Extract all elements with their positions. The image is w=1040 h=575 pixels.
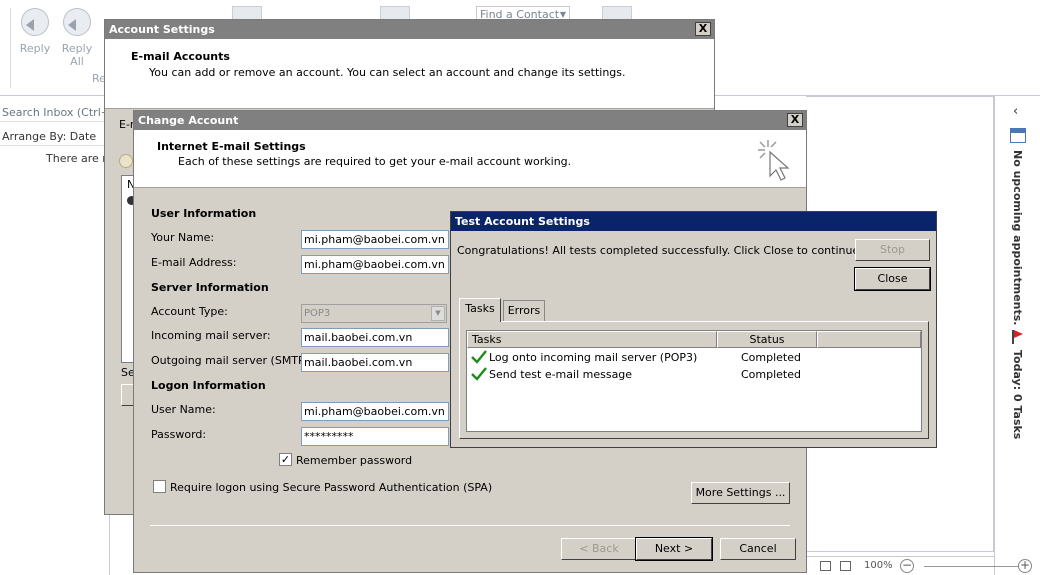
email-address-label: E-mail Address: xyxy=(151,256,237,269)
no-appointments-text: No upcoming appointments. xyxy=(1011,150,1024,326)
back-button[interactable]: < Back xyxy=(561,538,637,560)
server-information-heading: Server Information xyxy=(151,281,269,294)
internet-email-description: Each of these settings are required to g… xyxy=(178,155,572,168)
expand-chevron-icon[interactable]: ‹ xyxy=(1013,104,1018,119)
cancel-button[interactable]: Cancel xyxy=(720,538,796,560)
outgoing-server-field[interactable]: mail.baobei.com.vn xyxy=(301,353,449,372)
account-type-label: Account Type: xyxy=(151,305,228,318)
arrange-by-header[interactable]: Arrange By: Date xyxy=(0,128,106,146)
reply-icon xyxy=(21,8,49,36)
password-field[interactable]: ********* xyxy=(301,427,449,446)
email-accounts-description: You can add or remove an account. You ca… xyxy=(149,66,626,79)
more-settings-button[interactable]: More Settings ... xyxy=(691,482,790,504)
change-account-titlebar[interactable]: Change Account xyxy=(134,111,806,130)
account-settings-titlebar[interactable]: Account Settings xyxy=(105,20,714,39)
wizard-cursor-icon xyxy=(758,140,790,181)
remember-password-label: Remember password xyxy=(296,454,413,467)
reading-view-icon[interactable] xyxy=(840,561,851,571)
close-button[interactable]: Close xyxy=(854,267,931,291)
internet-email-heading: Internet E-mail Settings xyxy=(157,140,306,153)
status-bar: 100% − + xyxy=(806,556,1032,575)
reply-all-icon xyxy=(63,8,91,36)
task-status: Completed xyxy=(741,368,801,381)
task-name: Send test e-mail message xyxy=(489,368,633,381)
status-column-header[interactable]: Status xyxy=(717,331,817,348)
user-information-heading: User Information xyxy=(151,207,257,220)
zoom-slider[interactable] xyxy=(924,566,1022,567)
stop-button[interactable]: Stop xyxy=(855,239,930,261)
spa-label: Require logon using Secure Password Auth… xyxy=(170,481,493,494)
mail-list-pane: Search Inbox (Ctrl+E) Arrange By: Date T… xyxy=(0,96,150,575)
zoom-out-icon[interactable]: − xyxy=(900,559,914,573)
tab-errors[interactable]: Errors xyxy=(503,300,545,321)
password-label: Password: xyxy=(151,428,207,441)
change-account-close-icon[interactable]: X xyxy=(787,113,803,127)
your-name-field[interactable]: mi.pham@baobei.com.vn xyxy=(301,230,449,249)
outgoing-server-label: Outgoing mail server (SMTP): xyxy=(151,354,313,367)
reply-button[interactable]: Reply xyxy=(15,8,55,55)
zoom-in-icon[interactable]: + xyxy=(1018,559,1032,573)
calendar-icon xyxy=(1010,128,1026,143)
change-account-title: Change Account xyxy=(138,114,239,127)
your-name-label: Your Name: xyxy=(151,231,215,244)
zoom-level: 100% xyxy=(864,560,893,571)
email-address-field[interactable]: mi.pham@baobei.com.vn xyxy=(301,255,449,274)
account-settings-title: Account Settings xyxy=(109,23,215,36)
check-icon xyxy=(471,350,487,364)
reply-all-button[interactable]: Reply All xyxy=(57,8,97,68)
account-type-select: POP3 ▼ xyxy=(301,304,447,323)
spa-checkbox[interactable] xyxy=(153,480,166,493)
tab-tasks[interactable]: Tasks xyxy=(459,298,501,322)
email-accounts-heading: E-mail Accounts xyxy=(131,50,230,63)
reply-all-label: Reply All xyxy=(61,42,93,68)
account-settings-close-icon[interactable]: X xyxy=(695,22,711,36)
change-account-header: Internet E-mail Settings Each of these s… xyxy=(134,130,806,188)
account-type-value: POP3 xyxy=(304,308,331,319)
reply-label: Reply xyxy=(19,42,51,55)
table-row: Log onto incoming mail server (POP3) Com… xyxy=(467,349,921,366)
tasks-column-header[interactable]: Tasks xyxy=(467,331,717,348)
incoming-server-field[interactable]: mail.baobei.com.vn xyxy=(301,328,449,347)
footer-divider xyxy=(150,525,790,526)
user-name-field[interactable]: mi.pham@baobei.com.vn xyxy=(301,402,449,421)
tasks-tab-panel: Tasks Status Log onto incoming mail serv… xyxy=(459,321,929,439)
empty-column-header xyxy=(817,331,921,348)
test-account-settings-dialog: Test Account Settings Congratulations! A… xyxy=(450,211,937,448)
account-settings-header: E-mail Accounts You can add or remove an… xyxy=(105,39,714,109)
user-name-label: User Name: xyxy=(151,403,216,416)
test-success-message: Congratulations! All tests completed suc… xyxy=(457,244,863,257)
next-button[interactable]: Next > xyxy=(635,537,713,561)
table-row: Send test e-mail message Completed xyxy=(467,366,921,383)
new-account-icon[interactable] xyxy=(119,154,133,168)
ribbon-separator xyxy=(10,8,11,88)
task-status: Completed xyxy=(741,351,801,364)
todo-bar: ‹ No upcoming appointments. Today: 0 Tas… xyxy=(994,96,1040,575)
remember-password-checkbox[interactable]: ✓ xyxy=(279,453,292,466)
tasks-table: Tasks Status Log onto incoming mail serv… xyxy=(466,330,922,432)
incoming-server-label: Incoming mail server: xyxy=(151,329,271,342)
logon-information-heading: Logon Information xyxy=(151,379,266,392)
task-name: Log onto incoming mail server (POP3) xyxy=(489,351,698,364)
check-icon xyxy=(471,367,487,381)
test-settings-title: Test Account Settings xyxy=(455,215,590,228)
search-input[interactable]: Search Inbox (Ctrl+E) xyxy=(0,104,106,122)
today-tasks-text: Today: 0 Tasks xyxy=(1011,350,1024,440)
test-settings-titlebar[interactable]: Test Account Settings xyxy=(451,212,936,231)
chevron-down-icon: ▼ xyxy=(431,306,445,321)
flag-icon xyxy=(1011,330,1023,344)
normal-view-icon[interactable] xyxy=(820,561,831,571)
